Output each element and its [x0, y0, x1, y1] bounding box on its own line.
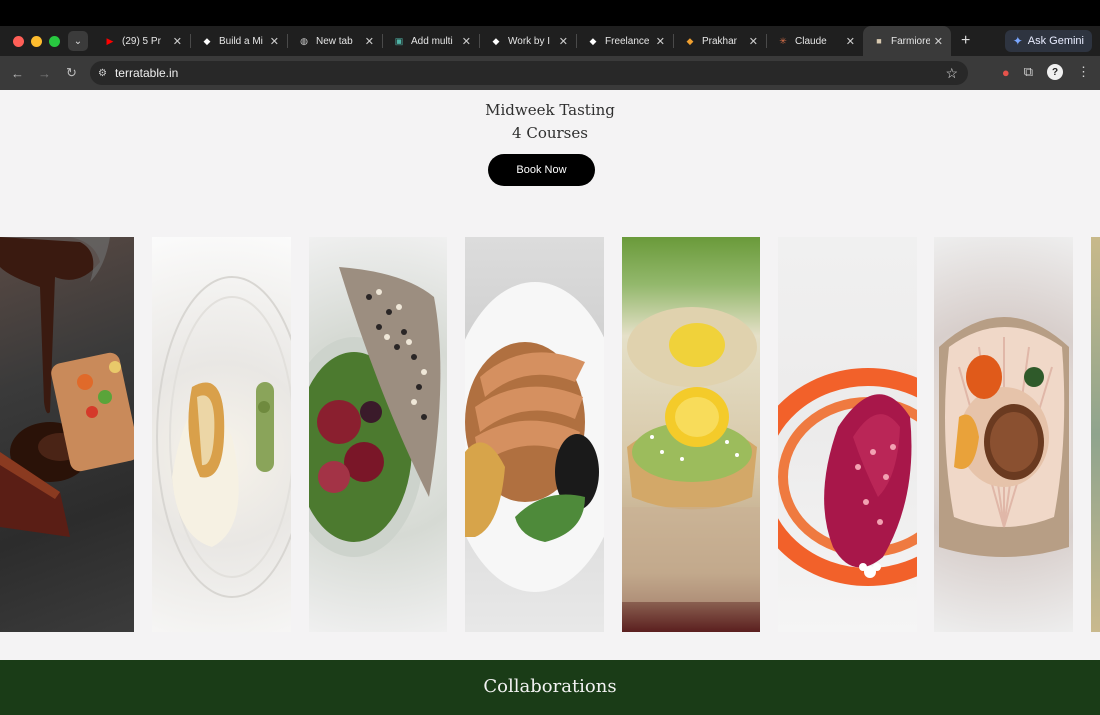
dish-photo-4 — [465, 237, 604, 632]
dish-photo-5 — [622, 237, 760, 632]
toolbar: ← → ↻ ⚙ terratable.in ☆ ● ⧉ ? ⋮ — [0, 56, 1100, 90]
browser-tab[interactable]: ✳ Claude ✕ — [767, 26, 863, 56]
browser-tab[interactable]: ▣ Add multi ✕ — [383, 26, 479, 56]
dish-photo-8 — [1091, 237, 1100, 632]
diamond-icon: ◆ — [203, 35, 211, 46]
tab-label: Build a Mi — [219, 35, 263, 47]
webpage: Midweek Tasting 4 Courses Book Now Colla… — [0, 90, 1100, 715]
browser-tab[interactable]: ◆ Work by I ✕ — [480, 26, 576, 56]
dish-photo-2 — [152, 237, 291, 632]
tab-strip: ▶ (29) 5 Pr ✕ ◆ Build a Mi ✕ ◍ New tab ✕ ▣ Add mul… — [94, 26, 951, 56]
back-button[interactable]: ← — [4, 66, 31, 81]
browser-tab[interactable]: ■ Farmiore ✕ — [863, 26, 951, 56]
ladybug-extension-icon[interactable]: ● — [1002, 65, 1010, 80]
new-tab-button[interactable]: + — [961, 32, 970, 50]
ask-gemini-label: Ask Gemini — [1027, 35, 1084, 47]
tab-label: New tab — [316, 35, 353, 47]
browser-tab[interactable]: ◍ New tab ✕ — [288, 26, 382, 56]
minimize-window-button[interactable] — [31, 35, 42, 47]
tasting-title: Midweek Tasting — [485, 101, 615, 119]
book-now-button[interactable]: Book Now — [488, 154, 595, 186]
dish-gallery — [0, 237, 1100, 632]
maximize-window-button[interactable] — [49, 35, 60, 47]
arrow-left-icon: ← — [11, 65, 24, 81]
gemini-sparkle-icon: ✦ — [1012, 34, 1023, 48]
image-icon: ▣ — [394, 35, 404, 46]
forward-button[interactable]: → — [31, 66, 58, 81]
collaborations-heading: Collaborations — [483, 676, 617, 697]
close-tab-icon[interactable]: ✕ — [749, 35, 758, 48]
close-tab-icon[interactable]: ✕ — [365, 35, 374, 48]
bookmark-star-icon[interactable]: ☆ — [945, 65, 958, 82]
kebab-menu-icon[interactable]: ⋮ — [1077, 64, 1090, 80]
tasting-courses: 4 Courses — [512, 124, 588, 142]
diamond-icon: ◆ — [589, 35, 597, 46]
tab-bar: ⌄ ▶ (29) 5 Pr ✕ ◆ Build a Mi ✕ ◍ New tab ✕ ▣ Add m… — [0, 26, 1100, 56]
top-bezel — [0, 0, 1100, 26]
dish-photo-1 — [0, 237, 134, 632]
close-tab-icon[interactable]: ✕ — [846, 35, 855, 48]
browser-tab[interactable]: ◆ Prakhar ✕ — [674, 26, 766, 56]
dish-photo-6 — [778, 237, 917, 632]
arrow-right-icon: → — [38, 65, 51, 81]
diamond-icon: ◆ — [686, 35, 694, 46]
youtube-icon: ▶ — [106, 35, 114, 46]
close-tab-icon[interactable]: ✕ — [656, 35, 665, 48]
site-settings-icon[interactable]: ⚙ — [98, 68, 107, 79]
chevron-down-icon: ⌄ — [73, 35, 83, 47]
reload-icon: ↻ — [66, 65, 77, 80]
tab-label: (29) 5 Pr — [122, 35, 161, 47]
close-tab-icon[interactable]: ✕ — [462, 35, 471, 48]
address-bar[interactable]: ⚙ terratable.in ☆ — [90, 61, 968, 85]
dish-photo-7 — [934, 237, 1073, 632]
tab-label: Farmiore — [891, 35, 930, 47]
tab-label: Prakhar — [702, 35, 738, 47]
tab-label: Add multi — [411, 35, 453, 47]
collaborations-section: Collaborations — [0, 660, 1100, 715]
close-tab-icon[interactable]: ✕ — [173, 35, 182, 48]
tab-label: Work by I — [508, 35, 551, 47]
close-tab-icon[interactable]: ✕ — [559, 35, 568, 48]
reload-button[interactable]: ↻ — [58, 65, 85, 81]
browser-tab[interactable]: ◆ Build a Mi ✕ — [191, 26, 287, 56]
dish-photo-3 — [309, 237, 447, 632]
diamond-icon: ◆ — [492, 35, 500, 46]
help-icon[interactable]: ? — [1047, 64, 1063, 80]
tab-label: Freelance — [605, 35, 650, 47]
puzzle-extensions-icon[interactable]: ⧉ — [1024, 64, 1033, 80]
page-icon: ■ — [876, 36, 882, 46]
close-tab-icon[interactable]: ✕ — [270, 35, 279, 48]
url-text: terratable.in — [114, 66, 179, 80]
plus-icon: + — [961, 32, 971, 49]
ask-gemini-button[interactable]: ✦ Ask Gemini — [1004, 30, 1092, 52]
window-controls — [0, 35, 64, 47]
extension-area: ● ⧉ ? ⋮ — [1002, 64, 1090, 80]
tab-label: Claude — [795, 35, 827, 47]
close-tab-icon[interactable]: ✕ — [934, 35, 943, 48]
browser-tab[interactable]: ▶ (29) 5 Pr ✕ — [94, 26, 190, 56]
claude-icon: ✳ — [779, 35, 787, 46]
close-window-button[interactable] — [13, 35, 24, 47]
browser-tab[interactable]: ◆ Freelance ✕ — [577, 26, 673, 56]
tab-search-button[interactable]: ⌄ — [68, 31, 88, 51]
globe-icon: ◍ — [300, 35, 308, 46]
